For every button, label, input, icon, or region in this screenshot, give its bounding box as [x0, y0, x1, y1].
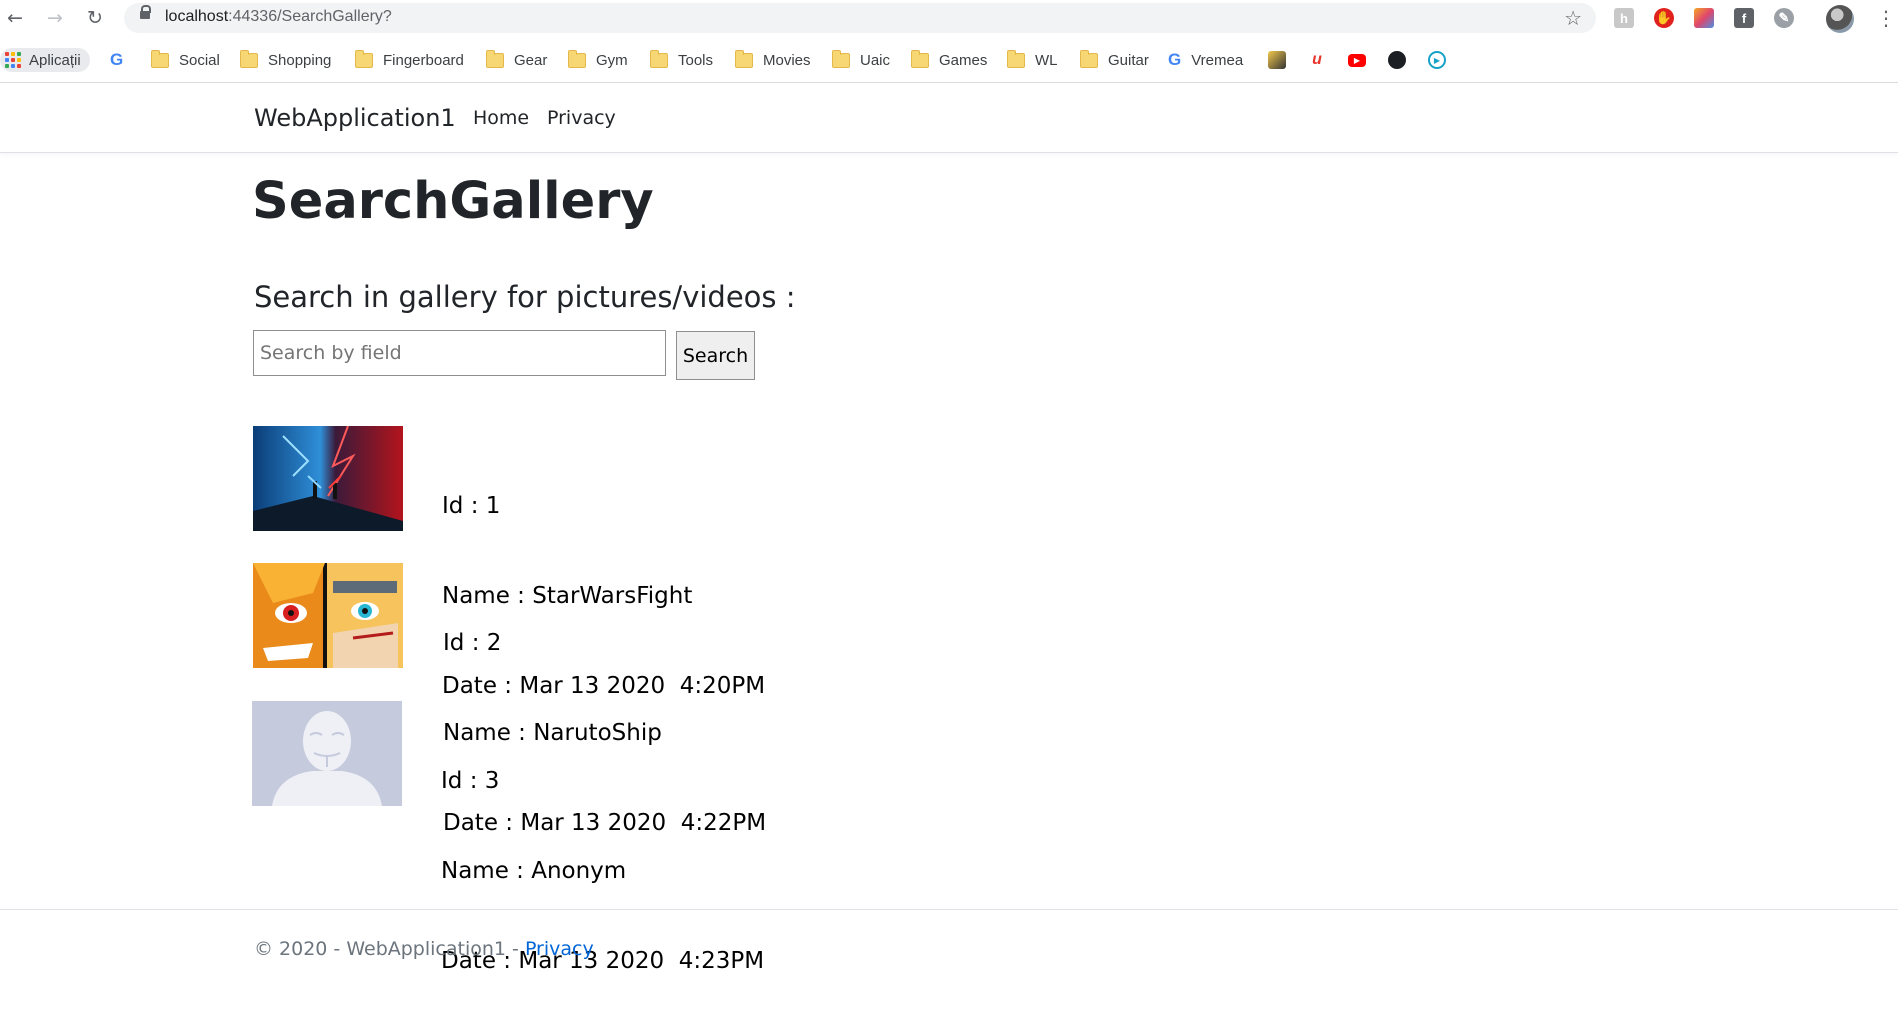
anonymous-avatar-image: [252, 701, 402, 806]
item-name: Name : Anonym: [441, 858, 627, 884]
bookmark-movies[interactable]: Movies: [735, 48, 811, 72]
search-button[interactable]: Search: [676, 331, 755, 380]
folder-icon: [735, 49, 753, 68]
folder-icon: [911, 49, 929, 68]
page-title: SearchGallery: [252, 172, 654, 231]
nav-home[interactable]: Home: [473, 107, 529, 129]
nav-privacy[interactable]: Privacy: [547, 107, 616, 129]
bookmark-label: Guitar: [1108, 51, 1149, 69]
bookmark-google[interactable]: G: [110, 48, 133, 72]
item-id: Id : 2: [443, 630, 502, 656]
profile-avatar[interactable]: [1826, 5, 1854, 33]
back-icon[interactable]: ←: [4, 7, 26, 29]
naruto-image: [253, 563, 403, 668]
folder-icon: [650, 49, 668, 68]
bookmark-games[interactable]: Games: [911, 48, 987, 72]
bookmark-anime[interactable]: [1268, 48, 1286, 72]
anime-favicon-icon: [1268, 51, 1286, 69]
bookmark-label: Tools: [678, 51, 714, 69]
folder-icon: [568, 49, 586, 68]
brand-link[interactable]: WebApplication1: [254, 104, 456, 132]
bookmark-label: Movies: [763, 51, 811, 69]
footer-divider: [0, 909, 1898, 910]
bookmark-gym[interactable]: Gym: [568, 48, 628, 72]
bookmark-label: Games: [939, 51, 988, 69]
bookmark-label: WL: [1035, 51, 1058, 69]
bookmark-label: Aplicații: [29, 51, 81, 69]
udemy-icon: u: [1312, 51, 1322, 68]
folder-icon: [832, 49, 850, 68]
lock-icon: [140, 5, 151, 19]
bookmark-player[interactable]: ▶: [1428, 48, 1446, 72]
bookmark-guitar[interactable]: Guitar: [1080, 48, 1149, 72]
forward-icon[interactable]: →: [44, 7, 66, 29]
bookmark-uaic[interactable]: Uaic: [832, 48, 890, 72]
menu-icon[interactable]: ⋮: [1876, 6, 1896, 30]
gallery-thumbnail[interactable]: [252, 701, 402, 806]
folder-icon: [240, 49, 258, 68]
extension-icon[interactable]: ✎: [1774, 8, 1794, 28]
address-bar[interactable]: localhost:44336/SearchGallery? ☆: [124, 3, 1596, 33]
bookmark-shopping[interactable]: Shopping: [240, 48, 331, 72]
folder-icon: [151, 49, 169, 68]
footer-text: © 2020 - WebApplication1 -: [254, 938, 525, 960]
footer: © 2020 - WebApplication1 - Privacy: [254, 938, 594, 960]
bookmarks-bar: Aplicații G Social Shopping Fingerboard …: [0, 41, 1898, 77]
bookmark-apps[interactable]: Aplicații: [0, 48, 90, 72]
folder-icon: [486, 49, 504, 68]
item-id: Id : 3: [441, 768, 500, 794]
bookmark-udemy[interactable]: u: [1308, 48, 1326, 72]
gallery-item: Id : 3 Name : Anonym Date : Mar 13 2020 …: [0, 701, 800, 974]
facebook-extension-icon[interactable]: f: [1734, 8, 1754, 28]
bookmark-youtube[interactable]: ▶: [1348, 48, 1366, 72]
folder-icon: [355, 49, 373, 68]
play-circle-icon: ▶: [1428, 51, 1446, 69]
bookmark-label: Vremea: [1191, 51, 1244, 69]
bookmark-label: Shopping: [268, 51, 332, 69]
site-navbar: WebApplication1 Home Privacy: [0, 83, 1898, 153]
browser-toolbar: ← → ↻ localhost:44336/SearchGallery? ☆ h…: [0, 0, 1898, 36]
folder-icon: [1080, 49, 1098, 68]
bookmark-vremea[interactable]: G Vremea: [1168, 48, 1243, 72]
youtube-icon: ▶: [1348, 53, 1366, 67]
github-icon: [1388, 51, 1406, 69]
url-host: localhost: [165, 8, 229, 25]
bookmark-label: Fingerboard: [383, 51, 464, 69]
apps-extension-icon[interactable]: [1694, 8, 1714, 28]
reload-icon[interactable]: ↻: [84, 7, 106, 29]
bookmark-tools[interactable]: Tools: [650, 48, 713, 72]
gallery-thumbnail[interactable]: [253, 426, 403, 531]
extension-icon[interactable]: h: [1614, 8, 1634, 28]
folder-icon: [1007, 49, 1025, 68]
search-input[interactable]: [253, 330, 666, 376]
google-icon: G: [110, 50, 124, 69]
url-text[interactable]: localhost:44336/SearchGallery?: [165, 8, 392, 26]
google-icon: G: [1168, 50, 1182, 69]
starwars-image: [253, 426, 403, 531]
bookmark-github[interactable]: [1388, 48, 1406, 72]
adblock-icon[interactable]: ✋: [1654, 8, 1674, 28]
bookmark-fingerboard[interactable]: Fingerboard: [355, 48, 464, 72]
bookmark-label: Social: [179, 51, 220, 69]
url-path: :44336/SearchGallery?: [228, 8, 392, 25]
bookmark-wl[interactable]: WL: [1007, 48, 1058, 72]
search-heading: Search in gallery for pictures/videos :: [254, 280, 796, 314]
gallery-thumbnail[interactable]: [253, 563, 403, 668]
gallery-item: Id : 2 Name : NarutoShip Date : Mar 13 2…: [0, 563, 800, 836]
footer-privacy-link[interactable]: Privacy: [525, 938, 594, 960]
bookmark-label: Gym: [596, 51, 628, 69]
bookmark-label: Gear: [514, 51, 548, 69]
bookmark-social[interactable]: Social: [151, 48, 220, 72]
bookmark-gear[interactable]: Gear: [486, 48, 547, 72]
item-id: Id : 1: [442, 493, 501, 519]
bookmark-star-icon[interactable]: ☆: [1564, 6, 1582, 30]
item-details: Id : 3 Name : Anonym Date : Mar 13 2020 …: [441, 706, 764, 1036]
bookmark-label: Uaic: [860, 51, 891, 69]
apps-grid-icon: [5, 52, 21, 68]
gallery-item: Id : 1 Name : StarWarsFight Date : Mar 1…: [0, 426, 800, 699]
